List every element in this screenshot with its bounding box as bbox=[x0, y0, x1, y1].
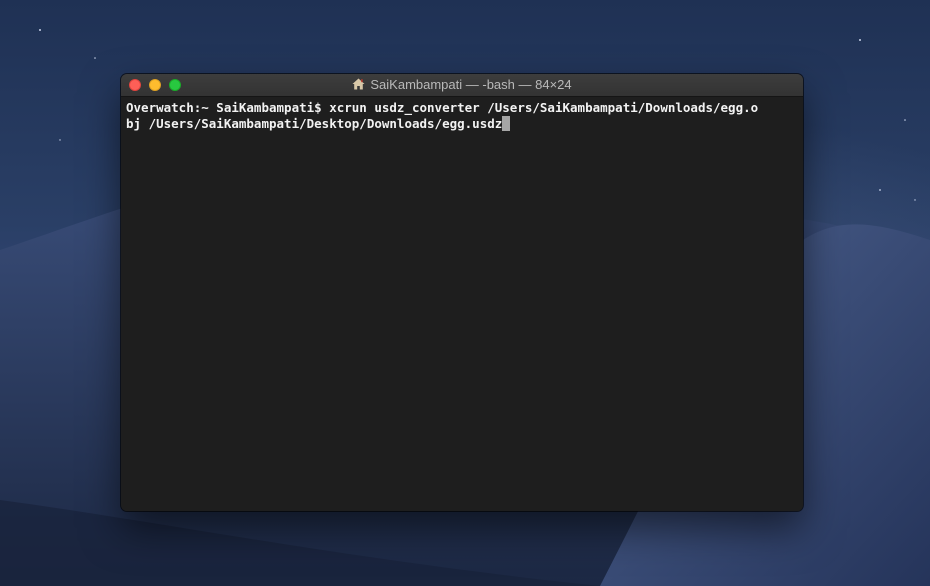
title-bar[interactable]: SaiKambampati — -bash — 84×24 bbox=[121, 74, 803, 97]
text-cursor bbox=[502, 116, 511, 131]
window-title: SaiKambampati — -bash — 84×24 bbox=[370, 77, 572, 92]
terminal-window: SaiKambampati — -bash — 84×24 Overwatch:… bbox=[121, 74, 803, 511]
window-title-container: SaiKambampati — -bash — 84×24 bbox=[121, 74, 803, 96]
terminal-line: Overwatch:~ SaiKambampati$ xcrun usdz_co… bbox=[126, 100, 799, 116]
terminal-content[interactable]: Overwatch:~ SaiKambampati$ xcrun usdz_co… bbox=[121, 97, 803, 511]
terminal-line-text: Overwatch:~ SaiKambampati$ xcrun usdz_co… bbox=[126, 100, 759, 115]
terminal-line-text: bj /Users/SaiKambampati/Desktop/Download… bbox=[126, 116, 503, 131]
home-icon bbox=[352, 78, 365, 90]
terminal-line: bj /Users/SaiKambampati/Desktop/Download… bbox=[126, 116, 799, 132]
